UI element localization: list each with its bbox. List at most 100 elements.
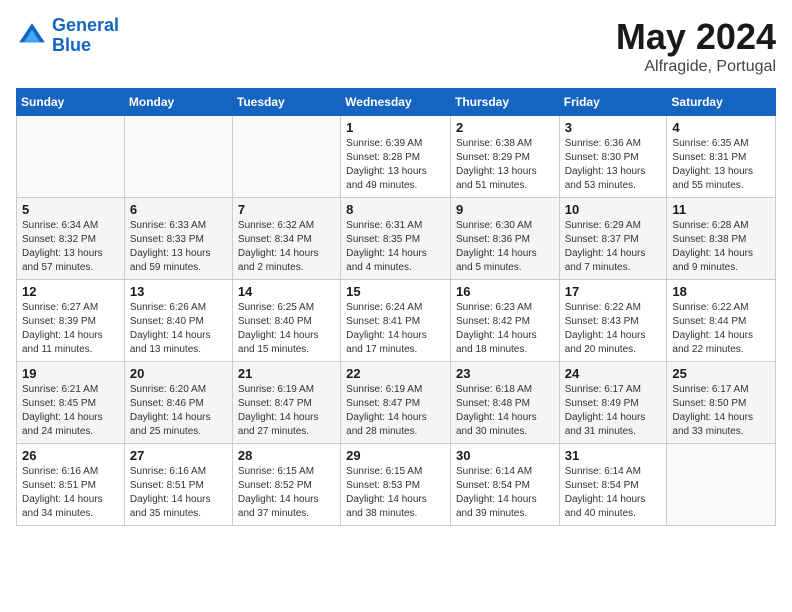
calendar-cell: 19Sunrise: 6:21 AM Sunset: 8:45 PM Dayli…	[17, 362, 125, 444]
day-number: 29	[346, 448, 445, 463]
day-info: Sunrise: 6:32 AM Sunset: 8:34 PM Dayligh…	[238, 219, 335, 275]
calendar-cell	[17, 116, 125, 198]
col-saturday: Saturday	[667, 89, 776, 116]
calendar-cell: 21 Sunrise: 6:19 AM Sunset: 8:47 PM Dayli…	[232, 362, 340, 444]
calendar-cell: 5 Sunrise: 6:34 AM Sunset: 8:32 PM Daylig…	[17, 198, 125, 280]
title-block: May 2024 Alfragide, Portugal	[616, 16, 776, 76]
day-number: 10	[565, 202, 662, 217]
day-info: Sunrise: 6:30 AM Sunset: 8:36 PM Dayligh…	[456, 219, 554, 275]
calendar-cell: 26Sunrise: 6:16 AM Sunset: 8:51 PM Dayli…	[17, 444, 125, 526]
calendar-cell: 27Sunrise: 6:16 AM Sunset: 8:51 PM Dayli…	[124, 444, 232, 526]
calendar-table: Sunday Monday Tuesday Wednesday Thursday…	[16, 88, 776, 526]
calendar-cell: 18Sunrise: 6:22 AM Sunset: 8:44 PM Dayli…	[667, 280, 776, 362]
calendar-week-2: 5 Sunrise: 6:34 AM Sunset: 8:32 PM Daylig…	[17, 198, 776, 280]
day-info: Sunrise: 6:24 AM Sunset: 8:41 PM Dayligh…	[346, 301, 445, 357]
day-number: 6	[130, 202, 227, 217]
calendar-cell: 4 Sunrise: 6:35 AM Sunset: 8:31 PM Daylig…	[667, 116, 776, 198]
day-info: Sunrise: 6:28 AM Sunset: 8:38 PM Dayligh…	[672, 219, 770, 275]
calendar-cell: 12 Sunrise: 6:27 AM Sunset: 8:39 PM Dayli…	[17, 280, 125, 362]
calendar-cell: 7 Sunrise: 6:32 AM Sunset: 8:34 PM Daylig…	[232, 198, 340, 280]
day-number: 11	[672, 202, 770, 217]
col-wednesday: Wednesday	[341, 89, 451, 116]
day-number: 15	[346, 284, 445, 299]
day-info: Sunrise: 6:36 AM Sunset: 8:30 PM Dayligh…	[565, 137, 662, 193]
day-number: 31	[565, 448, 662, 463]
calendar-cell	[667, 444, 776, 526]
calendar-cell: 1 Sunrise: 6:39 AM Sunset: 8:28 PM Daylig…	[341, 116, 451, 198]
day-info: Sunrise: 6:34 AM Sunset: 8:32 PM Dayligh…	[22, 219, 119, 275]
calendar-cell: 11 Sunrise: 6:28 AM Sunset: 8:38 PM Dayli…	[667, 198, 776, 280]
month-title: May 2024	[616, 16, 776, 58]
calendar-week-3: 12 Sunrise: 6:27 AM Sunset: 8:39 PM Dayli…	[17, 280, 776, 362]
calendar-cell: 14Sunrise: 6:25 AM Sunset: 8:40 PM Dayli…	[232, 280, 340, 362]
header-row: Sunday Monday Tuesday Wednesday Thursday…	[17, 89, 776, 116]
day-number: 4	[672, 120, 770, 135]
day-number: 20	[130, 366, 227, 381]
day-info: Sunrise: 6:29 AM Sunset: 8:37 PM Dayligh…	[565, 219, 662, 275]
day-number: 7	[238, 202, 335, 217]
day-info: Sunrise: 6:31 AM Sunset: 8:35 PM Dayligh…	[346, 219, 445, 275]
day-number: 25	[672, 366, 770, 381]
calendar-cell: 29Sunrise: 6:15 AM Sunset: 8:53 PM Dayli…	[341, 444, 451, 526]
day-info: Sunrise: 6:15 AM Sunset: 8:52 PM Dayligh…	[238, 465, 335, 521]
day-number: 17	[565, 284, 662, 299]
day-info: Sunrise: 6:22 AM Sunset: 8:43 PM Dayligh…	[565, 301, 662, 357]
day-info: Sunrise: 6:35 AM Sunset: 8:31 PM Dayligh…	[672, 137, 770, 193]
calendar-cell: 2Sunrise: 6:38 AM Sunset: 8:29 PM Daylig…	[450, 116, 559, 198]
calendar-cell: 3 Sunrise: 6:36 AM Sunset: 8:30 PM Daylig…	[559, 116, 667, 198]
day-number: 3	[565, 120, 662, 135]
logo-text: General Blue	[52, 16, 119, 56]
calendar-cell: 30Sunrise: 6:14 AM Sunset: 8:54 PM Dayli…	[450, 444, 559, 526]
day-info: Sunrise: 6:14 AM Sunset: 8:54 PM Dayligh…	[456, 465, 554, 521]
day-number: 21	[238, 366, 335, 381]
day-number: 23	[456, 366, 554, 381]
day-info: Sunrise: 6:21 AM Sunset: 8:45 PM Dayligh…	[22, 383, 119, 439]
calendar-cell: 23 Sunrise: 6:18 AM Sunset: 8:48 PM Dayli…	[450, 362, 559, 444]
calendar-week-5: 26Sunrise: 6:16 AM Sunset: 8:51 PM Dayli…	[17, 444, 776, 526]
day-info: Sunrise: 6:17 AM Sunset: 8:49 PM Dayligh…	[565, 383, 662, 439]
location-title: Alfragide, Portugal	[616, 58, 776, 76]
day-info: Sunrise: 6:18 AM Sunset: 8:48 PM Dayligh…	[456, 383, 554, 439]
day-number: 28	[238, 448, 335, 463]
calendar-cell	[124, 116, 232, 198]
day-number: 8	[346, 202, 445, 217]
calendar-cell: 13Sunrise: 6:26 AM Sunset: 8:40 PM Dayli…	[124, 280, 232, 362]
day-info: Sunrise: 6:23 AM Sunset: 8:42 PM Dayligh…	[456, 301, 554, 357]
day-info: Sunrise: 6:16 AM Sunset: 8:51 PM Dayligh…	[22, 465, 119, 521]
calendar-cell: 22Sunrise: 6:19 AM Sunset: 8:47 PM Dayli…	[341, 362, 451, 444]
calendar-cell: 10 Sunrise: 6:29 AM Sunset: 8:37 PM Dayli…	[559, 198, 667, 280]
calendar-cell: 31 Sunrise: 6:14 AM Sunset: 8:54 PM Dayli…	[559, 444, 667, 526]
col-sunday: Sunday	[17, 89, 125, 116]
calendar-cell: 25 Sunrise: 6:17 AM Sunset: 8:50 PM Dayli…	[667, 362, 776, 444]
day-info: Sunrise: 6:14 AM Sunset: 8:54 PM Dayligh…	[565, 465, 662, 521]
calendar-cell: 20 Sunrise: 6:20 AM Sunset: 8:46 PM Dayli…	[124, 362, 232, 444]
day-number: 1	[346, 120, 445, 135]
day-number: 5	[22, 202, 119, 217]
calendar-body: 1 Sunrise: 6:39 AM Sunset: 8:28 PM Daylig…	[17, 116, 776, 526]
calendar-week-1: 1 Sunrise: 6:39 AM Sunset: 8:28 PM Daylig…	[17, 116, 776, 198]
day-info: Sunrise: 6:17 AM Sunset: 8:50 PM Dayligh…	[672, 383, 770, 439]
calendar-cell: 16 Sunrise: 6:23 AM Sunset: 8:42 PM Dayli…	[450, 280, 559, 362]
day-info: Sunrise: 6:27 AM Sunset: 8:39 PM Dayligh…	[22, 301, 119, 357]
calendar-header: Sunday Monday Tuesday Wednesday Thursday…	[17, 89, 776, 116]
calendar-cell: 6Sunrise: 6:33 AM Sunset: 8:33 PM Daylig…	[124, 198, 232, 280]
logo-line2: Blue	[52, 35, 91, 55]
day-info: Sunrise: 6:16 AM Sunset: 8:51 PM Dayligh…	[130, 465, 227, 521]
day-number: 18	[672, 284, 770, 299]
calendar-cell: 24Sunrise: 6:17 AM Sunset: 8:49 PM Dayli…	[559, 362, 667, 444]
day-number: 9	[456, 202, 554, 217]
calendar-week-4: 19Sunrise: 6:21 AM Sunset: 8:45 PM Dayli…	[17, 362, 776, 444]
col-thursday: Thursday	[450, 89, 559, 116]
day-info: Sunrise: 6:39 AM Sunset: 8:28 PM Dayligh…	[346, 137, 445, 193]
calendar-cell: 15 Sunrise: 6:24 AM Sunset: 8:41 PM Dayli…	[341, 280, 451, 362]
day-number: 2	[456, 120, 554, 135]
day-info: Sunrise: 6:19 AM Sunset: 8:47 PM Dayligh…	[238, 383, 335, 439]
day-number: 16	[456, 284, 554, 299]
day-number: 12	[22, 284, 119, 299]
logo-icon	[16, 20, 48, 52]
page-header: General Blue May 2024 Alfragide, Portuga…	[16, 16, 776, 76]
col-tuesday: Tuesday	[232, 89, 340, 116]
calendar-cell: 17 Sunrise: 6:22 AM Sunset: 8:43 PM Dayli…	[559, 280, 667, 362]
day-info: Sunrise: 6:20 AM Sunset: 8:46 PM Dayligh…	[130, 383, 227, 439]
day-number: 22	[346, 366, 445, 381]
